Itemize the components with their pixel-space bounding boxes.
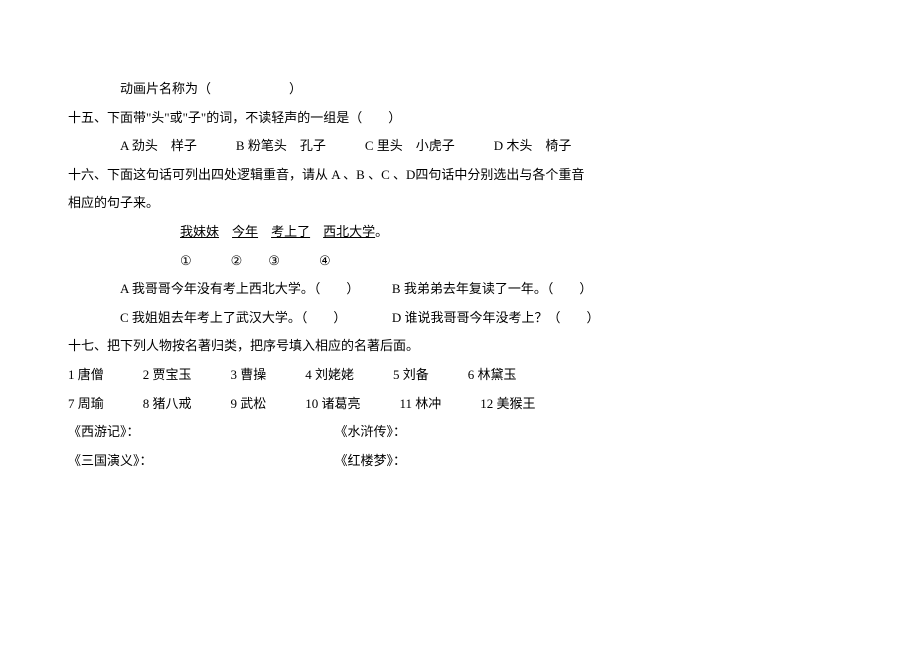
q16-period: 。 bbox=[375, 224, 388, 239]
q17-stem: 十七、把下列人物按名著归类，把序号填入相应的名著后面。 bbox=[68, 332, 852, 361]
document-body: 动画片名称为（ ） 十五、下面带"头"或"子"的词，不读轻声的一组是（ ） A … bbox=[0, 0, 920, 475]
q15-options: A 劲头 样子 B 粉笔头 孔子 C 里头 小虎子 D 木头 椅子 bbox=[68, 132, 852, 161]
q16-word4: 西北大学 bbox=[323, 224, 375, 239]
q15-stem: 十五、下面带"头"或"子"的词，不读轻声的一组是（ ） bbox=[68, 104, 852, 133]
q17-books-row1: 《西游记》： 《水浒传》： bbox=[68, 418, 852, 447]
q16-stem-line1: 十六、下面这句话可列出四处逻辑重音，请从 A 、B 、C 、D四句话中分别选出与… bbox=[68, 161, 852, 190]
q16-sentence: 我妹妹 今年 考上了 西北大学。 bbox=[68, 218, 852, 247]
q16-numbers: ① ② ③ ④ bbox=[68, 247, 852, 276]
q16-word2: 今年 bbox=[232, 224, 258, 239]
q16-stem-line2: 相应的句子来。 bbox=[68, 189, 852, 218]
q16-options-cd: C 我姐姐去年考上了武汉大学。（ ） D 谁说我哥哥今年没考上？（ ） bbox=[68, 304, 852, 333]
q16-options-ab: A 我哥哥今年没有考上西北大学。（ ） B 我弟弟去年复读了一年。（ ） bbox=[68, 275, 852, 304]
q17-books-row2: 《三国演义》： 《红楼梦》： bbox=[68, 447, 852, 476]
q16-word3: 考上了 bbox=[271, 224, 310, 239]
q14-continuation: 动画片名称为（ ） bbox=[68, 75, 852, 104]
q17-characters-row2: 7 周瑜 8 猪八戒 9 武松 10 诸葛亮 11 林冲 12 美猴王 bbox=[68, 390, 852, 419]
q16-word1: 我妹妹 bbox=[180, 224, 219, 239]
q17-characters-row1: 1 唐僧 2 贾宝玉 3 曹操 4 刘姥姥 5 刘备 6 林黛玉 bbox=[68, 361, 852, 390]
